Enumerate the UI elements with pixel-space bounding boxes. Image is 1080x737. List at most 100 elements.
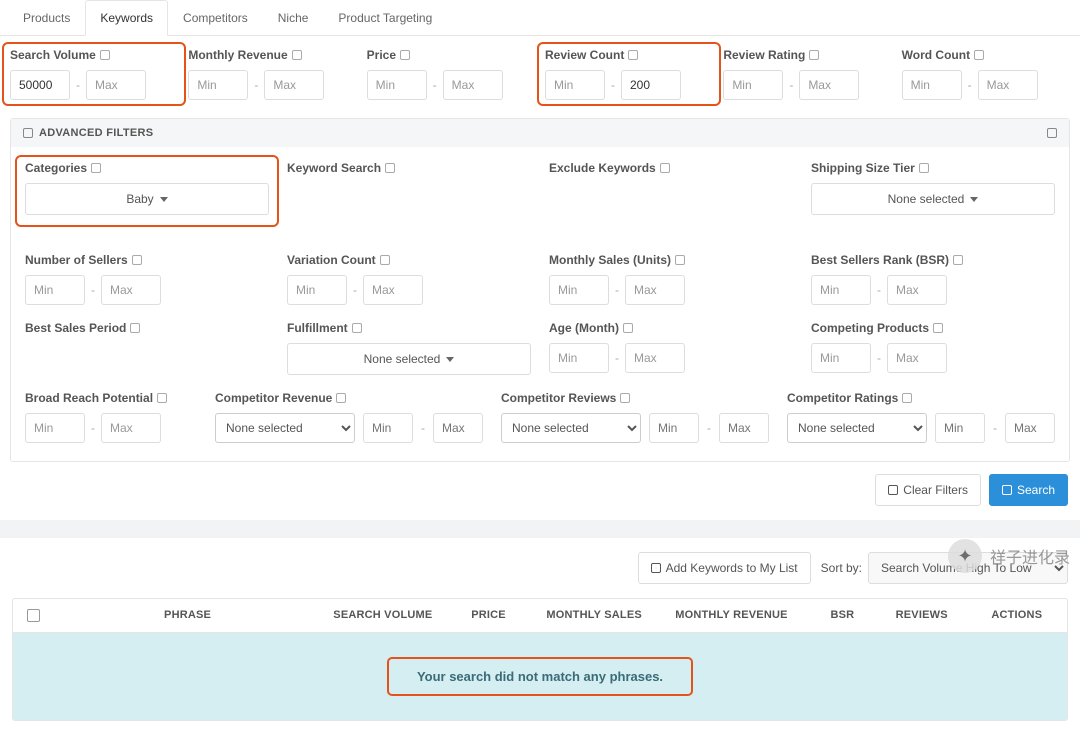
word-count-label: Word Count	[902, 48, 970, 62]
review-count-max[interactable]	[621, 70, 681, 100]
range-separator: -	[76, 78, 80, 92]
monthly-revenue-max[interactable]	[264, 70, 324, 100]
monthly-revenue-min[interactable]	[188, 70, 248, 100]
clear-filters-button[interactable]: Clear Filters	[875, 474, 981, 506]
chevron-down-icon	[160, 197, 168, 202]
search-volume-min[interactable]	[10, 70, 70, 100]
bsr-label: Best Sellers Rank (BSR)	[811, 253, 949, 267]
word-count-min[interactable]	[902, 70, 962, 100]
help-icon[interactable]	[675, 255, 685, 265]
tab-niche[interactable]: Niche	[263, 0, 324, 35]
search-button[interactable]: Search	[989, 474, 1068, 506]
keyword-search-label: Keyword Search	[287, 161, 381, 175]
competitor-reviews-select[interactable]: None selected	[501, 413, 641, 443]
search-volume-max[interactable]	[86, 70, 146, 100]
categories-select[interactable]: Baby	[25, 183, 269, 215]
panel-close-icon[interactable]	[1047, 128, 1057, 138]
broad-reach-min[interactable]	[25, 413, 85, 443]
review-rating-min[interactable]	[723, 70, 783, 100]
select-all-checkbox[interactable]	[27, 609, 40, 622]
help-icon[interactable]	[620, 393, 630, 403]
help-icon[interactable]	[933, 323, 943, 333]
variation-count-min[interactable]	[287, 275, 347, 305]
age-month-max[interactable]	[625, 343, 685, 373]
help-icon[interactable]	[623, 323, 633, 333]
competing-products-max[interactable]	[887, 343, 947, 373]
help-icon[interactable]	[628, 50, 638, 60]
col-price[interactable]: PRICE	[444, 599, 534, 632]
help-icon[interactable]	[809, 50, 819, 60]
review-count-min[interactable]	[545, 70, 605, 100]
number-of-sellers-min[interactable]	[25, 275, 85, 305]
no-results-row: Your search did not match any phrases.	[13, 633, 1067, 720]
number-of-sellers-label: Number of Sellers	[25, 253, 128, 267]
add-keywords-button[interactable]: Add Keywords to My List	[638, 552, 811, 584]
advanced-filters-header[interactable]: ADVANCED FILTERS	[11, 119, 1069, 147]
tab-keywords[interactable]: Keywords	[85, 0, 168, 36]
tab-competitors[interactable]: Competitors	[168, 0, 263, 35]
sort-by-select[interactable]: Search Volume High To Low	[868, 552, 1068, 584]
competitor-ratings-select[interactable]: None selected	[787, 413, 927, 443]
help-icon[interactable]	[902, 393, 912, 403]
col-bsr[interactable]: BSR	[808, 599, 877, 632]
help-icon[interactable]	[292, 50, 302, 60]
age-month-min[interactable]	[549, 343, 609, 373]
competitor-ratings-max[interactable]	[1005, 413, 1055, 443]
help-icon[interactable]	[132, 255, 142, 265]
competitor-revenue-min[interactable]	[363, 413, 413, 443]
competitor-reviews-max[interactable]	[719, 413, 769, 443]
best-sales-period-label: Best Sales Period	[25, 321, 126, 335]
number-of-sellers-max[interactable]	[101, 275, 161, 305]
col-reviews[interactable]: REVIEWS	[877, 599, 967, 632]
help-icon[interactable]	[974, 50, 984, 60]
fulfillment-select[interactable]: None selected	[287, 343, 531, 375]
price-max[interactable]	[443, 70, 503, 100]
competitor-ratings-min[interactable]	[935, 413, 985, 443]
fulfillment-label: Fulfillment	[287, 321, 348, 335]
review-count-label: Review Count	[545, 48, 624, 62]
help-icon[interactable]	[953, 255, 963, 265]
price-min[interactable]	[367, 70, 427, 100]
tab-product-targeting[interactable]: Product Targeting	[323, 0, 447, 35]
help-icon[interactable]	[91, 163, 101, 173]
help-icon[interactable]	[400, 50, 410, 60]
bsr-min[interactable]	[811, 275, 871, 305]
help-icon[interactable]	[919, 163, 929, 173]
sort-by-label: Sort by:	[821, 561, 862, 575]
help-icon[interactable]	[660, 163, 670, 173]
col-monthly-revenue[interactable]: MONTHLY REVENUE	[655, 599, 808, 632]
col-actions: ACTIONS	[967, 599, 1067, 632]
help-icon[interactable]	[352, 323, 362, 333]
advanced-filters-panel: ADVANCED FILTERS Categories Baby Keyword…	[10, 118, 1070, 462]
competing-products-min[interactable]	[811, 343, 871, 373]
review-rating-label: Review Rating	[723, 48, 805, 62]
no-results-message: Your search did not match any phrases.	[387, 657, 693, 696]
help-icon[interactable]	[336, 393, 346, 403]
competitor-reviews-min[interactable]	[649, 413, 699, 443]
monthly-sales-units-max[interactable]	[625, 275, 685, 305]
competitor-revenue-select[interactable]: None selected	[215, 413, 355, 443]
broad-reach-max[interactable]	[101, 413, 161, 443]
monthly-revenue-label: Monthly Revenue	[188, 48, 287, 62]
col-phrase[interactable]: PHRASE	[53, 599, 322, 632]
tab-products[interactable]: Products	[8, 0, 85, 35]
section-divider	[0, 520, 1080, 538]
help-icon[interactable]	[157, 393, 167, 403]
bsr-max[interactable]	[887, 275, 947, 305]
col-monthly-sales[interactable]: MONTHLY SALES	[533, 599, 654, 632]
word-count-max[interactable]	[978, 70, 1038, 100]
col-search-volume[interactable]: SEARCH VOLUME	[322, 599, 443, 632]
collapse-icon[interactable]	[23, 128, 33, 138]
monthly-sales-units-label: Monthly Sales (Units)	[549, 253, 671, 267]
help-icon[interactable]	[385, 163, 395, 173]
clear-icon	[888, 485, 898, 495]
competitor-revenue-max[interactable]	[433, 413, 483, 443]
help-icon[interactable]	[130, 323, 140, 333]
help-icon[interactable]	[380, 255, 390, 265]
variation-count-max[interactable]	[363, 275, 423, 305]
exclude-keywords-label: Exclude Keywords	[549, 161, 656, 175]
help-icon[interactable]	[100, 50, 110, 60]
monthly-sales-units-min[interactable]	[549, 275, 609, 305]
shipping-size-tier-select[interactable]: None selected	[811, 183, 1055, 215]
review-rating-max[interactable]	[799, 70, 859, 100]
